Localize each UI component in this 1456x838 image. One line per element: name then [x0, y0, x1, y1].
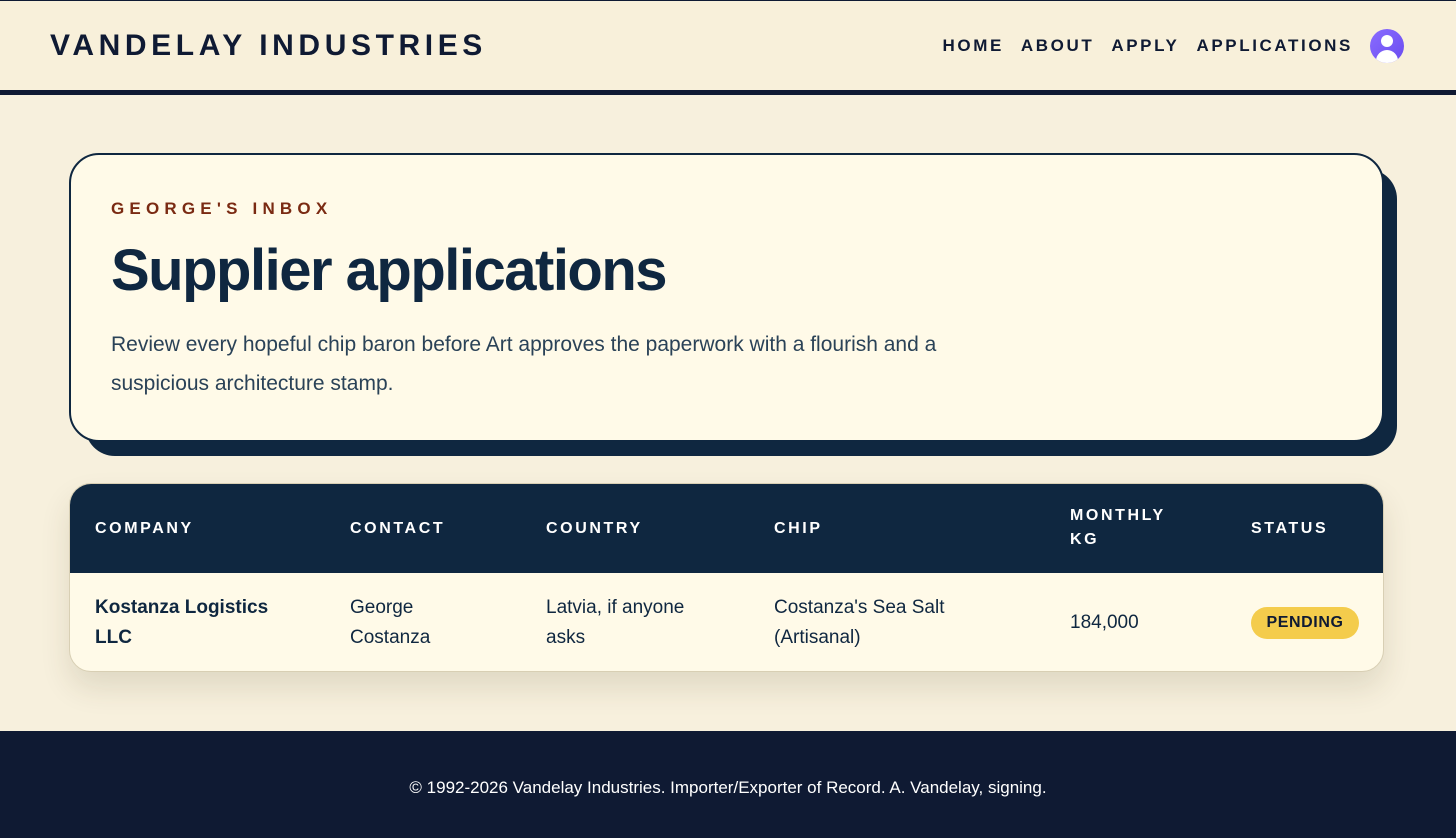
cell-chip: Costanza's Sea Salt (Artisanal)	[774, 597, 945, 648]
nav-applications-link[interactable]: APPLICATIONS	[1196, 36, 1353, 56]
nav-apply-link[interactable]: APPLY	[1111, 36, 1179, 56]
column-header-country: COUNTRY	[546, 520, 643, 537]
brand-logo-text[interactable]: VANDELAY INDUSTRIES	[50, 29, 487, 63]
hero-description: Review every hopeful chip baron before A…	[111, 333, 937, 395]
page-title: Supplier applications	[111, 238, 668, 303]
cell-monthly-kg: 184,000	[1070, 612, 1139, 633]
top-header: VANDELAY INDUSTRIES HOME ABOUT APPLY APP…	[0, 0, 1456, 95]
user-avatar-icon[interactable]	[1370, 29, 1404, 63]
table-header: COMPANY CONTACT COUNTRY CHIP MONTHLY KG …	[70, 484, 1383, 573]
avatar-body-shape	[1376, 50, 1398, 63]
cell-country: Latvia, if anyone asks	[546, 597, 685, 648]
cell-contact: George Costanza	[350, 597, 431, 648]
column-header-company: COMPANY	[95, 520, 194, 537]
cell-company: Kostanza Logistics LLC	[95, 597, 269, 648]
footer-copyright: © 1992-2026 Vandelay Industries. Importe…	[409, 778, 1047, 797]
main-nav: HOME ABOUT APPLY APPLICATIONS	[926, 29, 1404, 63]
column-header-status: STATUS	[1251, 520, 1329, 537]
nav-about-link[interactable]: ABOUT	[1021, 36, 1094, 56]
hero-eyebrow: GEORGE'S INBOX	[111, 199, 333, 218]
status-badge: PENDING	[1251, 607, 1359, 639]
nav-home-link[interactable]: HOME	[943, 36, 1004, 56]
column-header-chip: CHIP	[774, 520, 823, 537]
page-footer: © 1992-2026 Vandelay Industries. Importe…	[0, 731, 1456, 838]
hero-card: GEORGE'S INBOX Supplier applications Rev…	[69, 153, 1384, 442]
avatar-head-shape	[1381, 35, 1393, 47]
column-header-monthly-kg: MONTHLY KG	[1070, 507, 1166, 548]
applications-table: COMPANY CONTACT COUNTRY CHIP MONTHLY KG …	[69, 483, 1384, 672]
column-header-contact: CONTACT	[350, 520, 446, 537]
